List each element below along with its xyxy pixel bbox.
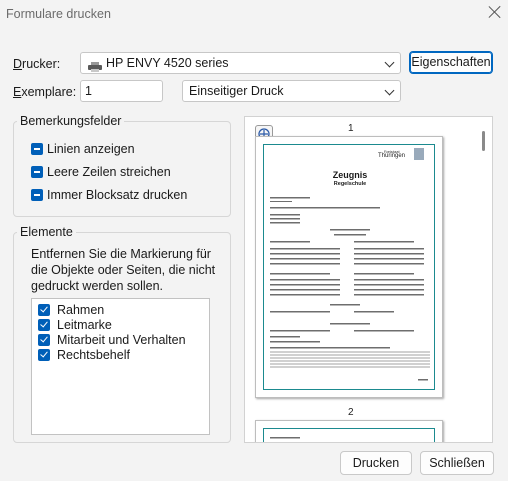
checkbox-indeterminate[interactable] [31,166,43,178]
document-content-lines [270,437,300,439]
page-number-2: 2 [348,407,354,418]
properties-button[interactable]: Eigenschaften [409,51,493,74]
list-item-frame[interactable]: Rahmen [38,303,209,318]
close-icon[interactable] [488,5,502,19]
printer-icon [88,58,102,72]
close-button[interactable]: Schließen [420,451,494,475]
list-item-behaviour[interactable]: Mitarbeit und Verhalten [38,333,209,348]
elements-list[interactable]: Rahmen Leitmarke Mitarbeit und Verhalten… [31,298,210,435]
checkbox-checked[interactable] [38,334,50,346]
preview-page-1: Freistaat Thüringen Zeugnis Regelschule [255,136,443,398]
checkbox-checked[interactable] [38,349,50,361]
printer-label: Drucker: [13,57,61,71]
document-content-lines [270,197,430,381]
doc-logo-name: Thüringen [378,153,406,159]
copies-label: Exemplare: [13,85,77,99]
elements-description: Entfernen Sie die Markierung für die Obj… [31,247,216,293]
checkbox-checked[interactable] [38,319,50,331]
printer-selected-value: HP ENVY 4520 series [106,56,229,70]
option-remove-empty-lines[interactable]: Leere Zeilen streichen [31,163,187,181]
remarks-group-title: Bemerkungsfelder [17,114,125,128]
chevron-down-icon [385,59,394,68]
checkbox-indeterminate[interactable] [31,143,43,155]
preview-scrollbar[interactable] [482,131,485,151]
page-frame [263,428,435,442]
chevron-down-icon [385,87,394,96]
page-number-1: 1 [348,123,354,134]
doc-subheading: Regelschule [333,181,367,187]
duplex-selected-value: Einseitiger Druck [189,84,284,98]
doc-heading: Zeugnis [332,170,368,180]
window-title: Formulare drucken [6,7,111,21]
remarks-options: Linien anzeigen Leere Zeilen streichen I… [31,140,187,204]
duplex-select[interactable]: Einseitiger Druck [182,80,401,102]
option-lines[interactable]: Linien anzeigen [31,140,187,158]
list-item-guide-mark[interactable]: Leitmarke [38,318,209,333]
list-item-legal-remedy[interactable]: Rechtsbehelf [38,348,209,363]
option-justify[interactable]: Immer Blocksatz drucken [31,186,187,204]
checkbox-checked[interactable] [38,304,50,316]
copies-input[interactable]: 1 [80,80,163,102]
checkbox-indeterminate[interactable] [31,189,43,201]
print-button[interactable]: Drucken [340,451,412,475]
print-preview[interactable]: 1 Freistaat Thüringen Zeugnis Regelschul… [244,116,493,443]
preview-page-2 [255,420,443,442]
page-frame: Freistaat Thüringen Zeugnis Regelschule [263,144,435,390]
printer-select[interactable]: HP ENVY 4520 series [80,52,401,74]
coat-of-arms-icon [414,148,424,160]
elements-group-title: Elemente [17,225,76,239]
